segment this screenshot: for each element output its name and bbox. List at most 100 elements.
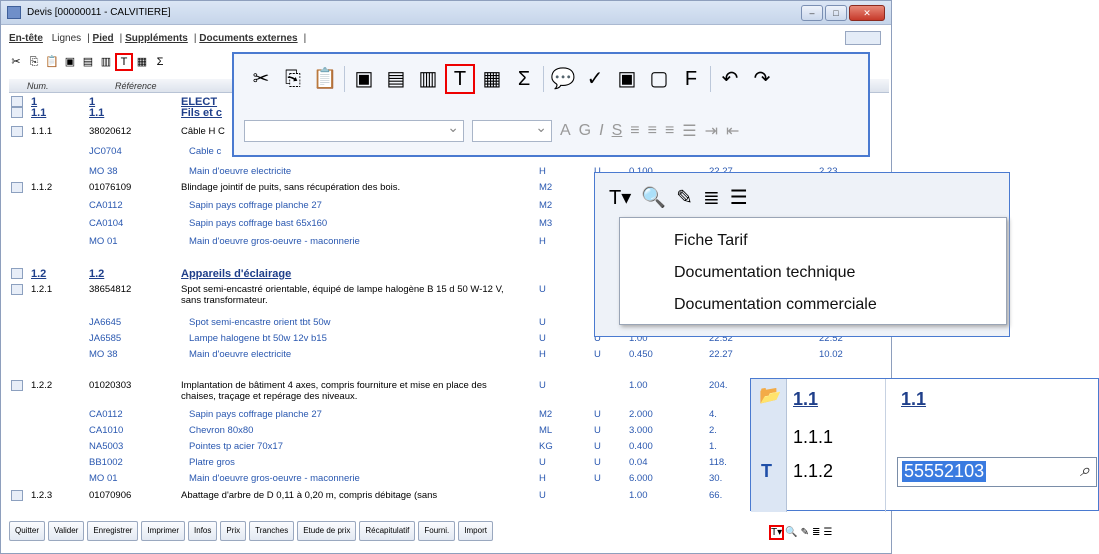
- row-ref: 01020303: [89, 380, 132, 391]
- tab-lignes[interactable]: Lignes: [52, 33, 81, 44]
- row-label: Sapin pays coffrage planche 27: [189, 200, 322, 211]
- paste-icon-large[interactable]: 📋: [312, 66, 338, 92]
- row-ref: 1.2: [89, 268, 105, 280]
- close-button[interactable]: ✕: [849, 5, 885, 21]
- list-icon: [11, 380, 23, 391]
- bottom-button-2[interactable]: Enregistrer: [87, 521, 139, 541]
- bottom-button-5[interactable]: Prix: [220, 521, 247, 541]
- tab-en-tete[interactable]: En-tête: [9, 33, 43, 44]
- list-icon-large[interactable]: ☰: [730, 185, 748, 210]
- level1-icon[interactable]: ▤: [81, 55, 95, 69]
- reference-input[interactable]: 55552103 ⌕: [897, 457, 1097, 487]
- font-combo[interactable]: [244, 119, 464, 142]
- row-type: U: [594, 441, 601, 452]
- tarif-dropdown-icon-large[interactable]: T▾: [609, 185, 631, 210]
- size-combo[interactable]: [472, 119, 552, 142]
- tarif-icon[interactable]: T: [115, 53, 133, 71]
- row-ref: MO 01: [89, 236, 118, 247]
- doc-tech-icon-large[interactable]: ✎: [676, 185, 693, 210]
- bottom-button-6[interactable]: Tranches: [249, 521, 295, 541]
- copy-icon[interactable]: ⎘: [27, 55, 41, 69]
- menu-item-doc-commerciale[interactable]: Documentation commerciale: [674, 296, 877, 314]
- redo-icon[interactable]: ↷: [749, 66, 775, 92]
- minimize-button[interactable]: –: [801, 5, 823, 21]
- list-icon[interactable]: ☰: [823, 527, 832, 538]
- tab-supplements[interactable]: Suppléments: [125, 33, 188, 44]
- speech-icon[interactable]: 💬: [550, 66, 576, 92]
- add-chapter-icon-large[interactable]: ▣: [351, 66, 377, 92]
- doc-tech-icon[interactable]: ✎: [801, 527, 809, 538]
- cut-icon-large[interactable]: ✂: [248, 66, 274, 92]
- zoom-col1-header: 1.1: [793, 389, 819, 409]
- grid-icon-large[interactable]: ▦: [479, 66, 505, 92]
- app-icon: [7, 6, 21, 19]
- row-price: 22.27: [709, 349, 733, 360]
- bottom-button-10[interactable]: Import: [458, 521, 493, 541]
- tab-pied[interactable]: Pied: [93, 33, 114, 44]
- sum-icon-large[interactable]: Σ: [511, 66, 537, 92]
- row-ref: CA0112: [89, 409, 123, 420]
- spellcheck-icon[interactable]: ✓: [582, 66, 608, 92]
- row-unit: M2: [539, 182, 553, 193]
- font-icon[interactable]: F: [678, 66, 704, 92]
- add-chapter-icon[interactable]: ▣: [63, 55, 77, 69]
- row-ref: JC0704: [89, 146, 122, 157]
- list-icon: [11, 284, 23, 295]
- frame2-icon[interactable]: ▢: [646, 66, 672, 92]
- bottom-button-7[interactable]: Etude de prix: [297, 521, 357, 541]
- bottom-button-4[interactable]: Infos: [188, 521, 218, 541]
- italic-button[interactable]: I: [599, 122, 603, 140]
- align-right-icon[interactable]: ≡: [665, 122, 674, 140]
- align-center-icon[interactable]: ≡: [648, 122, 657, 140]
- bottom-toolbar: Quitter Valider Enregistrer Imprimer Infos Pr…: [9, 521, 493, 541]
- preview-icon[interactable]: 🔍: [785, 527, 797, 538]
- bottom-button-0[interactable]: Quitter: [9, 521, 46, 541]
- underline-button[interactable]: S: [612, 122, 623, 140]
- tarif-dropdown-icon[interactable]: T▾: [768, 524, 785, 540]
- row-price: 118.: [709, 457, 727, 468]
- bottom-button-8[interactable]: Récapitulatif: [359, 521, 416, 541]
- indent-icon[interactable]: ⇥: [705, 121, 718, 141]
- cut-icon[interactable]: ✂: [9, 55, 23, 69]
- level2-icon-large[interactable]: ▥: [415, 66, 441, 92]
- row-qty: 0.400: [629, 441, 653, 452]
- tab-documents-externes[interactable]: Documents externes: [199, 33, 297, 44]
- tarif-icon-large[interactable]: T: [445, 64, 475, 94]
- copy-icon-large[interactable]: ⎘: [280, 66, 306, 92]
- sum-icon[interactable]: Σ: [153, 55, 167, 69]
- mdi-controls[interactable]: [845, 31, 881, 45]
- row-label: Appareils d'éclairage: [181, 268, 292, 280]
- level1-icon-large[interactable]: ▤: [383, 66, 409, 92]
- row-label: Sapin pays coffrage bast 65x160: [189, 218, 328, 229]
- doc-com-icon[interactable]: ≣: [812, 527, 820, 538]
- menu-item-fiche-tarif[interactable]: Fiche Tarif: [674, 232, 748, 250]
- menu-item-doc-technique[interactable]: Documentation technique: [674, 264, 855, 282]
- frame-icon[interactable]: ▣: [614, 66, 640, 92]
- outdent-icon[interactable]: ⇤: [726, 121, 739, 141]
- align-left-icon[interactable]: ≡: [630, 122, 639, 140]
- row-ref: 38654812: [89, 284, 132, 295]
- row-label: Chevron 80x80: [189, 425, 254, 436]
- row-type: U: [594, 457, 601, 468]
- paste-icon[interactable]: 📋: [45, 55, 59, 69]
- row-num: 1.2: [31, 268, 47, 280]
- bold-button[interactable]: G: [579, 122, 591, 140]
- search-icon[interactable]: ⌕: [1080, 460, 1090, 481]
- level2-icon[interactable]: ▥: [99, 55, 113, 69]
- bottom-button-1[interactable]: Valider: [48, 521, 85, 541]
- row-total: 10.02: [819, 349, 843, 360]
- row-price: 4.: [709, 409, 717, 420]
- bottom-button-9[interactable]: Fourni.: [418, 521, 456, 541]
- font-color-button[interactable]: A: [560, 122, 571, 140]
- preview-icon-large[interactable]: 🔍: [641, 185, 666, 210]
- undo-icon[interactable]: ↶: [717, 66, 743, 92]
- row-type: U: [594, 425, 601, 436]
- row-ref: CA0112: [89, 200, 123, 211]
- bottom-button-3[interactable]: Imprimer: [141, 521, 186, 541]
- maximize-button[interactable]: □: [825, 5, 847, 21]
- doc-com-icon-large[interactable]: ≣: [703, 185, 720, 210]
- bullets-icon[interactable]: ☰: [682, 121, 696, 141]
- grid-icon[interactable]: ▦: [135, 55, 149, 69]
- row-ref: 01076109: [89, 182, 132, 193]
- row-price: 30.: [709, 473, 723, 484]
